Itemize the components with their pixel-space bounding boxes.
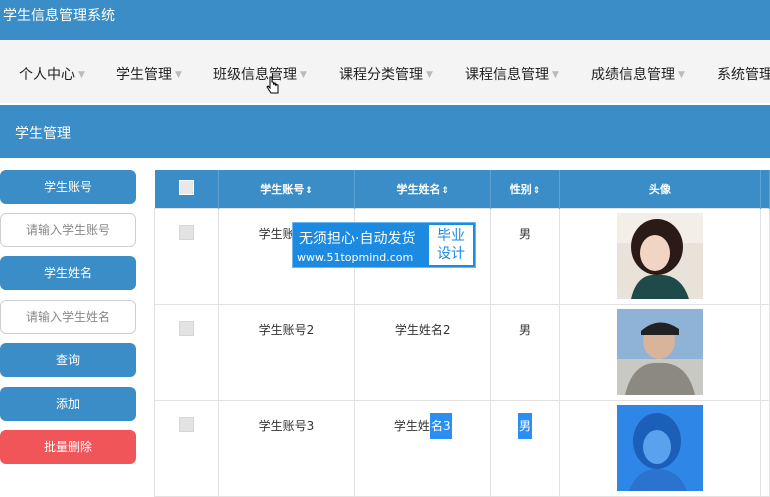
- select-all-checkbox[interactable]: [178, 180, 194, 195]
- caret-down-icon: ▼: [175, 70, 182, 80]
- account-cell: 学生账号3: [217, 400, 356, 497]
- nav-item-personal-center[interactable]: 个人中心 ▼: [19, 64, 85, 84]
- row-checkbox[interactable]: [178, 225, 194, 240]
- caret-down-icon: ▼: [426, 70, 433, 80]
- gender-cell: 男: [490, 208, 560, 305]
- watermark-badge: 毕业 设计: [429, 225, 473, 265]
- student-table: 学生账号⇕ 学生姓名⇕ 性别⇕ 头像 学生账号1 学生姓名1 男 学生账号2 学…: [154, 170, 770, 497]
- nav-item-system[interactable]: 系统管理: [717, 64, 770, 84]
- row-checkbox[interactable]: [178, 321, 194, 336]
- app-header: 学生信息管理系统: [0, 0, 770, 40]
- avatar-cell: [558, 400, 762, 497]
- column-header-avatar: 头像: [559, 170, 762, 209]
- sort-icon[interactable]: ⇕: [441, 186, 449, 196]
- avatar-cell: [558, 304, 762, 401]
- caret-down-icon: ▼: [300, 70, 307, 80]
- add-button[interactable]: 添加: [0, 387, 136, 421]
- name-text-selected: 名3: [429, 413, 452, 439]
- student-avatar-image: [616, 213, 703, 299]
- gender-cell: 男: [490, 304, 560, 401]
- row-checkbox-cell: [154, 304, 219, 401]
- student-account-label: 学生账号: [0, 170, 136, 204]
- column-header-gender[interactable]: 性别⇕: [490, 170, 560, 209]
- query-button[interactable]: 查询: [0, 343, 136, 377]
- name-cell: 学生姓名3: [354, 400, 492, 497]
- mouse-cursor-icon: [266, 76, 279, 94]
- table-row: 学生账号3 学生姓名3 男: [154, 400, 770, 497]
- watermark-line1: 无须担心·自动发货: [299, 231, 416, 247]
- student-avatar-image: [616, 309, 703, 395]
- watermark-overlay: 无须担心·自动发货 www.51topmind.com 毕业 设计: [292, 222, 476, 268]
- name-text: 学生姓: [393, 419, 430, 433]
- watermark-url: www.51topmind.com: [297, 251, 414, 264]
- app-title: 学生信息管理系统: [3, 8, 115, 24]
- top-nav: 个人中心 ▼ 学生管理 ▼ 班级信息管理 ▼ 课程分类管理 ▼ 课程信息管理 ▼ 成绩信息…: [0, 40, 770, 103]
- student-name-label: 学生姓名: [0, 256, 136, 290]
- caret-down-icon: ▼: [678, 70, 685, 80]
- overflow-cell: [760, 304, 770, 401]
- gender-text-selected: 男: [518, 413, 533, 439]
- nav-item-course-info[interactable]: 课程信息管理 ▼: [465, 64, 559, 84]
- overflow-cell: [760, 400, 770, 497]
- column-header-overflow: [760, 170, 770, 209]
- table-header-row: 学生账号⇕ 学生姓名⇕ 性别⇕ 头像: [154, 170, 770, 209]
- nav-item-course-category[interactable]: 课程分类管理 ▼: [339, 64, 433, 84]
- column-header-account[interactable]: 学生账号⇕: [218, 170, 356, 209]
- sort-icon[interactable]: ⇕: [533, 186, 541, 196]
- gender-cell: 男: [490, 400, 560, 497]
- table-row: 学生账号2 学生姓名2 男: [154, 304, 770, 401]
- row-checkbox[interactable]: [178, 417, 194, 432]
- caret-down-icon: ▼: [552, 70, 559, 80]
- select-all-header: [154, 170, 219, 209]
- row-checkbox-cell: [154, 208, 219, 305]
- section-title: 学生管理: [15, 126, 71, 142]
- section-header: 学生管理: [0, 105, 770, 158]
- nav-item-student-management[interactable]: 学生管理 ▼: [116, 64, 182, 84]
- nav-item-grade-info[interactable]: 成绩信息管理 ▼: [591, 64, 685, 84]
- account-cell: 学生账号2: [217, 304, 356, 401]
- batch-delete-button[interactable]: 批量删除: [0, 430, 136, 464]
- sort-icon[interactable]: ⇕: [305, 186, 313, 196]
- student-name-input[interactable]: 请输入学生姓名: [0, 300, 136, 334]
- student-account-input[interactable]: 请输入学生账号: [0, 213, 136, 247]
- row-checkbox-cell: [154, 400, 219, 497]
- student-avatar-image: [616, 405, 703, 491]
- column-header-name[interactable]: 学生姓名⇕: [354, 170, 492, 209]
- nav-item-class-management[interactable]: 班级信息管理 ▼: [213, 64, 307, 84]
- name-cell: 学生姓名2: [354, 304, 492, 401]
- avatar-cell: [558, 208, 762, 305]
- overflow-cell: [760, 208, 770, 305]
- caret-down-icon: ▼: [78, 70, 85, 80]
